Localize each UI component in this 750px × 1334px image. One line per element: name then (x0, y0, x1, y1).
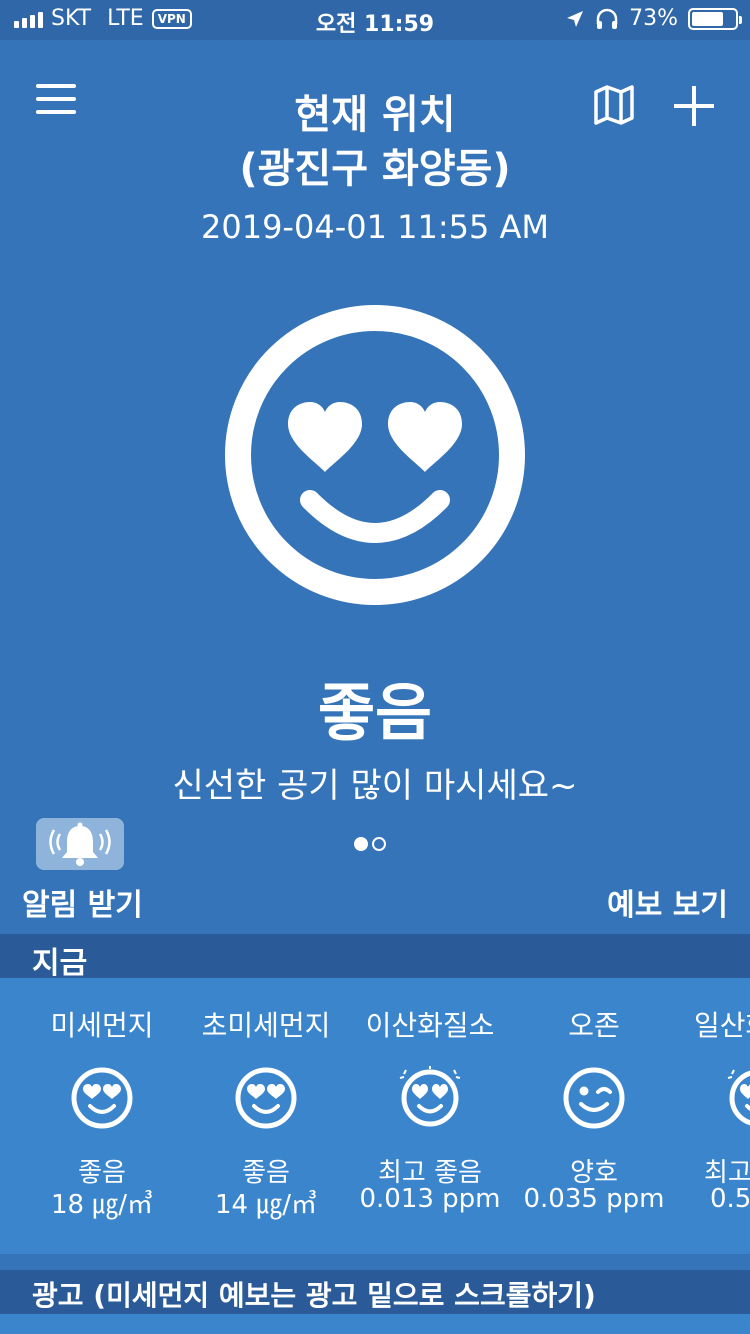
ringing-bell-icon (49, 822, 111, 866)
ad-area (0, 1314, 750, 1334)
add-location-button[interactable] (672, 84, 716, 128)
forecast-button[interactable]: 예보 보기 (607, 880, 728, 924)
ad-section-header: 광고 (미세먼지 예보는 광고 밑으로 스크롤하기) (0, 1270, 750, 1314)
hamburger-menu-icon[interactable] (36, 84, 76, 118)
sparkle-heart-eyes-face-icon (727, 1069, 750, 1126)
pollutant-name: 오존 (568, 1009, 620, 1042)
now-section-title: 지금 (32, 946, 88, 981)
pollutant-name: 초미세먼지 (201, 1009, 331, 1042)
headphones-icon (596, 8, 618, 29)
heart-eyes-face-icon (235, 1067, 297, 1129)
air-quality-message: 신선한 공기 많이 마시세요~ (172, 766, 578, 806)
pollutant-cards[interactable]: 미세먼지 좋음 18 ㎍/㎥ 초미세먼지 좋음 14 ㎍/㎥ 이산화질소 최고 … (0, 978, 750, 1254)
heart-eyes-face-icon (71, 1067, 133, 1129)
air-quality-grade: 좋음 (317, 676, 433, 749)
pollutant-value: 0.013 ppm (359, 1184, 501, 1214)
battery-fill (692, 11, 723, 26)
pollutant-value: 14 ㎍/㎥ (214, 1190, 318, 1220)
location-arrow-icon (567, 10, 584, 27)
page-dot-2[interactable] (372, 837, 386, 851)
now-section-header: 지금 (0, 934, 750, 981)
pollutant-value: 0.035 ppm (523, 1184, 665, 1214)
pollutant-name: 미세먼지 (50, 1009, 154, 1042)
location-title: 현재 위치 (광진구 화양동) (150, 88, 600, 196)
pollutant-value: 18 ㎍/㎥ (50, 1190, 154, 1220)
alert-label[interactable]: 알림 받기 (22, 880, 143, 924)
battery-icon (688, 7, 742, 30)
heart-eyes-smile-icon (225, 305, 525, 605)
update-datetime: 2019-04-01 11:55 AM (200, 208, 550, 246)
page-dot-1[interactable] (354, 837, 368, 851)
location-title-line1: 현재 위치 (294, 92, 456, 138)
pollutant-name: 이산화질소 (365, 1009, 495, 1042)
battery-percent: 73% (629, 6, 678, 31)
location-title-line2: (광진구 화양동) (239, 146, 511, 192)
ad-notice: 광고 (미세먼지 예보는 광고 밑으로 스크롤하기) (32, 1279, 596, 1312)
pollutant-value: 0.5 (710, 1184, 750, 1214)
page-indicator[interactable] (354, 837, 386, 851)
wink-face-icon (563, 1067, 625, 1129)
status-bar: SKT LTE VPN 오전 11:59 73% (0, 0, 750, 40)
sparkle-heart-eyes-face-icon (399, 1066, 461, 1127)
pollutant-name: 일산화 (694, 1009, 750, 1042)
alert-button[interactable] (36, 818, 124, 870)
